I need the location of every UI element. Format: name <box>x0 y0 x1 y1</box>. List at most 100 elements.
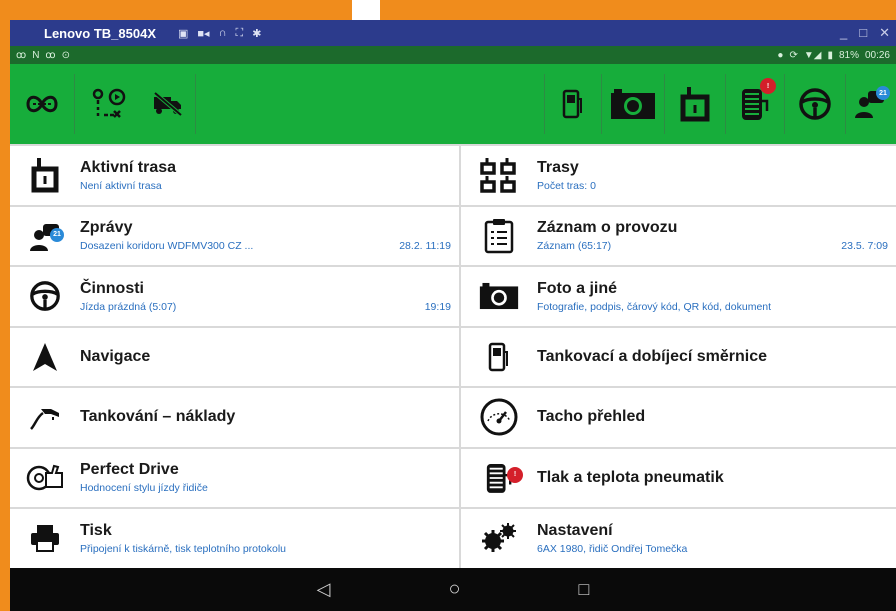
menu-title: Tankování – náklady <box>80 408 236 426</box>
menu-icon-slot <box>461 397 537 437</box>
route-planner-icon <box>92 88 126 118</box>
screenshot-icon[interactable]: ▣ <box>178 27 188 40</box>
menu-subtitle-line: Jízda prázdná (5:07) 19:19 <box>80 301 451 313</box>
menu-icon-slot <box>10 280 80 312</box>
tachometer-icon <box>480 398 518 436</box>
menu-text: Trasy Počet tras: 0 <box>537 159 896 192</box>
maximize-button[interactable]: □ <box>859 25 867 41</box>
menu-text: Navigace <box>80 348 459 366</box>
menu-text: Tankovací a dobíjecí směrnice <box>537 348 896 366</box>
menu-subtitle-line: Fotografie, podpis, čárový kód, QR kód, … <box>537 301 888 313</box>
back-button[interactable]: ◁ <box>317 579 331 600</box>
menu-text: Záznam o provozu Záznam (65:17) 23.5. 7:0… <box>537 219 896 252</box>
toolbar-route-planner-button[interactable] <box>75 64 141 144</box>
minimize-button[interactable]: _ <box>840 25 847 41</box>
menu-subtitle-line: Počet tras: 0 <box>537 180 888 192</box>
fullscreen-icon[interactable]: ⛶ <box>235 27 243 40</box>
menu-text: Tisk Připojení k tiskárně, tisk teplotní… <box>80 522 459 555</box>
menu-item-activities[interactable]: Činnosti Jízda prázdná (5:07) 19:19 <box>10 267 459 326</box>
toolbar-fuel-button[interactable] <box>545 64 601 144</box>
menu-item-routes[interactable]: Trasy Počet tras: 0 <box>461 146 896 205</box>
window-controls: _ □ ✕ <box>840 25 890 41</box>
menu-item-tacho-overview[interactable]: Tacho přehled <box>461 388 896 447</box>
toolbar-activity-button[interactable] <box>785 64 845 144</box>
toolbar-divider <box>195 74 196 134</box>
menu-item-operation-log[interactable]: Záznam o provozu Záznam (65:17) 23.5. 7:0… <box>461 206 896 265</box>
main-toolbar: ! 21 <box>10 64 896 144</box>
menu-item-fueling-guidelines[interactable]: Tankovací a dobíjecí směrnice <box>461 327 896 386</box>
perfect-drive-icon <box>26 464 63 490</box>
menu-item-print[interactable]: Tisk Připojení k tiskárně, tisk teplotní… <box>10 509 459 568</box>
menu-subtitle: Dosazeni koridoru WDFMV300 CZ ... <box>80 240 254 253</box>
menu-right-column: Trasy Počet tras: 0 Záznam o provozu Záz… <box>461 144 896 568</box>
menu-icon-slot: ! <box>461 461 537 495</box>
gear-icon[interactable]: ✱ <box>252 27 261 40</box>
menu-item-perfect-drive[interactable]: Perfect Drive Hodnocení stylu jízdy řidi… <box>10 448 459 507</box>
menu-left-column: Aktivní trasa Není aktivní trasa 21 Zprá… <box>10 144 459 568</box>
menu-subtitle-line: Není aktivní trasa <box>80 180 451 192</box>
routes-icon <box>480 158 516 193</box>
navigation-bar: ◁ ○ □ <box>10 568 896 611</box>
toolbar-tire-button[interactable]: ! <box>726 64 784 144</box>
toolbar-no-truck-button[interactable] <box>141 64 195 144</box>
tire-alert-badge: ! <box>507 466 523 483</box>
toolbar-camera-button[interactable] <box>602 64 664 144</box>
menu-icon-slot <box>10 157 80 193</box>
window-title: Lenovo TB_8504X <box>44 25 156 41</box>
menu-text: Zprávy Dosazeni koridoru WDFMV300 CZ ...… <box>80 219 459 252</box>
menu-text: Perfect Drive Hodnocení stylu jízdy řidi… <box>80 461 459 494</box>
navigation-arrow-icon <box>33 342 57 371</box>
camera-icon <box>479 283 519 310</box>
main-menu: Aktivní trasa Není aktivní trasa 21 Zprá… <box>10 144 896 568</box>
toolbar-route-button[interactable] <box>10 64 74 144</box>
menu-item-messages[interactable]: 21 Zprávy Dosazeni koridoru WDFMV300 CZ … <box>10 206 459 265</box>
menu-icon-slot: 21 <box>10 220 80 252</box>
menu-title: Perfect Drive <box>80 461 179 479</box>
status-icon: ⊙ <box>61 49 70 61</box>
sync-icon: ⟳ <box>789 49 798 61</box>
close-button[interactable]: ✕ <box>879 25 890 41</box>
menu-text: Foto a jiné Fotografie, podpis, čárový k… <box>537 280 896 313</box>
menu-subtitle: Záznam (65:17) <box>537 240 612 253</box>
fuel-pump-icon <box>562 89 582 119</box>
home-button[interactable]: ○ <box>448 578 460 601</box>
menu-title: Činnosti <box>80 279 144 297</box>
menu-icon-slot <box>461 282 537 310</box>
background-notch <box>352 0 380 20</box>
menu-time: 28.2. 11:19 <box>399 240 451 253</box>
toolbar-messages-button[interactable]: 21 <box>846 64 896 144</box>
menu-item-photo-other[interactable]: Foto a jiné Fotografie, podpis, čárový k… <box>461 267 896 326</box>
menu-item-navigation[interactable]: Navigace <box>10 327 459 386</box>
record-icon[interactable]: ■◂ <box>197 27 209 40</box>
menu-title: Tisk <box>80 521 112 539</box>
menu-item-settings[interactable]: Nastavení 6AX 1980, řidič Ondřej Tomečka <box>461 509 896 568</box>
menu-text: Tacho přehled <box>537 408 896 426</box>
audio-icon[interactable]: ∩ <box>219 27 227 40</box>
menu-item-active-route[interactable]: Aktivní trasa Není aktivní trasa <box>10 146 459 205</box>
camera-icon <box>611 89 655 119</box>
menu-title: Foto a jiné <box>537 279 617 297</box>
menu-icon-slot <box>10 403 80 431</box>
menu-item-tire-pressure[interactable]: ! Tlak a teplota pneumatik <box>461 448 896 507</box>
toolbar-active-route-button[interactable] <box>665 64 725 144</box>
fuel-nozzle-icon <box>30 409 59 431</box>
menu-subtitle-line: Hodnocení stylu jízdy řidiče <box>80 482 451 494</box>
route-icon <box>26 95 58 113</box>
menu-subtitle: 6AX 1980, řidič Ondřej Tomečka <box>537 542 688 555</box>
status-icon: ꝏ <box>45 49 56 61</box>
menu-subtitle: Připojení k tiskárně, tisk teplotního pr… <box>80 542 287 555</box>
menu-text: Činnosti Jízda prázdná (5:07) 19:19 <box>80 280 459 313</box>
menu-subtitle: Není aktivní trasa <box>80 179 162 192</box>
menu-item-refueling-costs[interactable]: Tankování – náklady <box>10 388 459 447</box>
menu-subtitle: Počet tras: 0 <box>537 179 596 192</box>
window-tools: ▣ ■◂ ∩ ⛶ ✱ <box>178 27 261 40</box>
menu-icon-slot <box>461 218 537 254</box>
window-title-bar: Lenovo TB_8504X ▣ ■◂ ∩ ⛶ ✱ _ □ ✕ <box>10 20 896 46</box>
menu-subtitle-line: Dosazeni koridoru WDFMV300 CZ ... 28.2. 1… <box>80 240 451 252</box>
menu-subtitle: Fotografie, podpis, čárový kód, QR kód, … <box>537 300 772 313</box>
recents-button[interactable]: □ <box>579 579 590 600</box>
messages-badge: 21 <box>50 227 64 242</box>
settings-gears-icon <box>482 523 516 553</box>
menu-title: Tankovací a dobíjecí směrnice <box>537 347 768 365</box>
menu-title: Navigace <box>80 347 151 365</box>
